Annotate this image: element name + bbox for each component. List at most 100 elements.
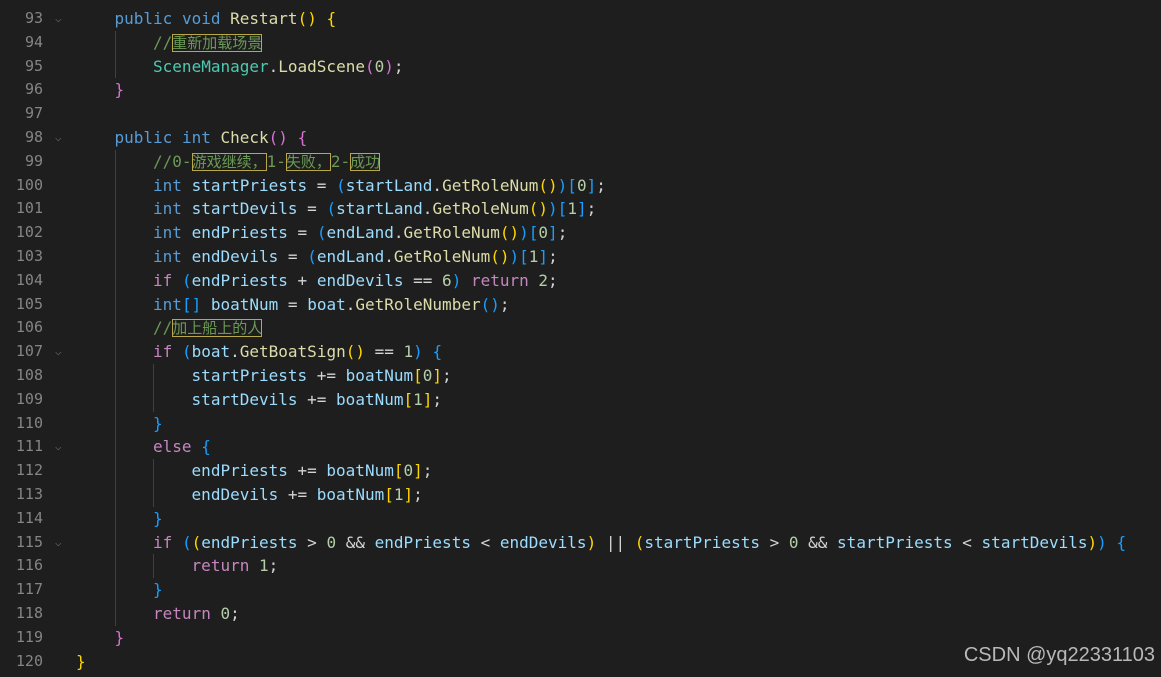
code-line[interactable]: 97 [0,102,1161,126]
code-token: == [403,270,443,290]
indent-guide [114,483,116,507]
code-text: if (endPriests + endDevils == 6) return … [153,269,558,293]
code-line[interactable]: 113 endDevils += boatNum[1]; [0,483,1161,507]
code-token: ] [576,199,587,219]
code-token: 0 [788,532,799,552]
indent-guide [114,602,116,626]
code-line[interactable]: 100 int startPriests = (startLand.GetRole… [0,173,1161,198]
line-number: 93 [24,9,43,27]
code-token: int [153,294,182,314]
line-number: 115 [15,532,43,551]
fold-chevron-icon[interactable]: ⌵ [55,531,67,555]
code-line[interactable]: 103 int endDevils = (endLand.GetRoleNum()… [0,245,1161,269]
code-line[interactable]: 104 if (endPriests + endDevils == 6) retu… [0,268,1161,293]
code-token: () [345,342,365,362]
code-token: boatNum [316,485,385,504]
code-token: 0 [403,461,414,481]
code-text: if ((endPriests > 0 && endPriests < endD… [153,531,1126,555]
code-token: if [153,270,173,290]
code-token: 1 [567,199,577,219]
code-token: ] [413,461,423,481]
code-line[interactable]: 106 //加上船上的人 [0,316,1161,341]
code-line[interactable]: 115 ⌵ if ((endPriests > 0 && endPriests < … [0,530,1161,555]
code-token: public [114,128,173,147]
code-token: () [480,294,500,314]
code-token: ; [548,270,558,290]
code-token: int [153,247,182,266]
indent-guide [114,245,116,269]
code-token: ] [586,175,597,195]
code-token: && [336,532,375,552]
code-token: ; [422,461,433,481]
code-token: () [268,128,288,147]
code-token: GetBoatSign [239,342,346,362]
code-token: startPriests [837,532,953,552]
code-token: 1- [266,151,286,171]
line-number: 116 [15,556,43,575]
code-line[interactable]: 112 endPriests += boatNum[0]; [0,459,1161,483]
code-text: endDevils += boatNum[1]; [192,483,423,507]
code-line[interactable]: 99 //0-游戏继续，1-失败，2-成功 [0,149,1161,174]
code-text: int[] boatNum = boat.GetRoleNumber(); [153,293,509,317]
code-line[interactable]: 108 startPriests += boatNum[0]; [0,364,1161,388]
code-token: . [268,56,279,76]
code-line[interactable]: 94 //重新加载场景 [0,30,1161,55]
code-token: endPriests [201,532,298,552]
code-token: = [307,175,337,195]
code-token: { [326,9,337,28]
fold-chevron-icon[interactable]: ⌵ [55,7,67,31]
indent-guide [114,268,116,293]
code-token: . [393,223,404,243]
code-line[interactable]: 102 int endPriests = (endLand.GetRoleNum(… [0,221,1161,245]
code-token: endPriests [374,532,471,552]
indent-guide [153,364,155,388]
code-token: ; [499,294,510,314]
indent-guide [114,364,116,388]
code-line[interactable]: 110} [0,411,1161,436]
code-token: } [114,80,125,100]
code-line[interactable]: 105 int[] boatNum = boat.GetRoleNumber(); [0,292,1161,317]
code-text: int endPriests = (endLand.GetRoleNum())[… [153,221,567,245]
fold-chevron-icon[interactable]: ⌵ [55,435,67,459]
code-token: += [297,389,337,409]
code-line[interactable]: 95 SceneManager.LoadScene(0); [0,54,1161,79]
code-line[interactable]: 117} [0,578,1161,602]
code-token: () [538,175,558,195]
code-line[interactable]: 116 return 1; [0,554,1161,579]
indent-guide [114,221,116,245]
code-line[interactable]: 98 ⌵ public int Check() { [0,126,1161,150]
line-number: 104 [15,270,43,289]
code-line[interactable]: 96} [0,78,1161,102]
code-token: += [287,461,327,481]
code-line[interactable]: 118 return 0; [0,602,1161,626]
code-line[interactable]: 109 startDevils += boatNum[1]; [0,387,1161,412]
code-token: return [191,556,250,576]
fold-chevron-icon[interactable]: ⌵ [55,126,67,150]
code-token: . [230,342,240,362]
line-number: 114 [15,508,43,527]
code-token: int [153,223,182,243]
code-token: ( [307,247,317,266]
code-text: return 0; [153,602,240,626]
code-token: 1 [403,342,414,362]
code-token: > [759,532,789,552]
code-line[interactable]: 107 ⌵ if (boat.GetBoatSign() == 1) { [0,340,1161,364]
code-text: startPriests += boatNum[0]; [192,364,452,388]
code-line[interactable]: 114} [0,506,1161,531]
code-line[interactable]: 93 ⌵ public void Restart() { [0,7,1161,31]
code-token: else [153,437,192,457]
code-line[interactable]: 111 ⌵ else { [0,435,1161,460]
code-token: 1 [258,556,269,576]
code-token: } [114,627,125,647]
fold-chevron-icon[interactable]: ⌵ [55,340,67,364]
code-token: } [76,651,86,671]
code-line[interactable]: 101 int startDevils = (startLand.GetRoleN… [0,197,1161,222]
code-token: [ [413,366,423,385]
code-editor[interactable]: 93 ⌵ public void Restart() {94//重新加载场景 95 Sc… [0,0,1161,677]
code-token: GetRoleNum [403,223,500,243]
indent-guide [153,483,155,507]
code-token: int [153,175,182,195]
